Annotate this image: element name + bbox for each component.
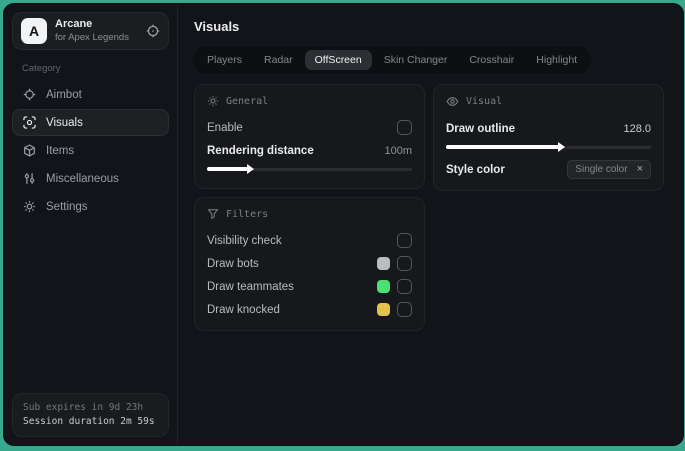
tab-highlight[interactable]: Highlight — [526, 50, 587, 70]
sun-icon — [207, 95, 219, 107]
draw-knocked-color-swatch[interactable] — [377, 303, 390, 316]
cube-icon — [23, 144, 36, 157]
draw-bots-row: Draw bots — [207, 253, 412, 274]
sidebar-item-label: Visuals — [46, 116, 83, 129]
sidebar-item-label: Settings — [46, 200, 88, 213]
tab-skin-changer[interactable]: Skin Changer — [374, 50, 458, 70]
gear-icon — [23, 200, 36, 213]
right-column: Visual Draw outline 128.0 Style color Si… — [433, 84, 664, 191]
enable-checkbox[interactable] — [397, 120, 412, 135]
draw-teammates-checkbox[interactable] — [397, 279, 412, 294]
sidebar-item-miscellaneous[interactable]: Miscellaneous — [12, 165, 169, 192]
sliders-icon — [23, 172, 36, 185]
sidebar-item-settings[interactable]: Settings — [12, 193, 169, 220]
rendering-distance-row: Rendering distance 100m — [207, 140, 412, 161]
style-color-row: Style color Single color × — [446, 159, 651, 180]
draw-knocked-checkbox[interactable] — [397, 302, 412, 317]
visual-panel: Visual Draw outline 128.0 Style color Si… — [433, 84, 664, 191]
sidebar-nav: Aimbot Visuals Items Miscellaneous Setti… — [12, 81, 169, 220]
style-color-label: Style color — [446, 163, 505, 176]
session-duration-text: Session duration 2m 59s — [23, 415, 155, 427]
visibility-check-label: Visibility check — [207, 234, 282, 247]
tab-bar: Players Radar OffScreen Skin Changer Cro… — [194, 47, 591, 73]
panels-area: General Enable Rendering distance 100m F… — [194, 84, 667, 331]
slider-track — [207, 164, 412, 174]
brand-text: Arcane for Apex Legends — [55, 18, 129, 44]
sidebar: A Arcane for Apex Legends Category Aimbo… — [4, 4, 178, 445]
slider-track — [446, 142, 651, 152]
app-window: A Arcane for Apex Legends Category Aimbo… — [4, 4, 683, 445]
category-label: Category — [22, 63, 61, 74]
tab-radar[interactable]: Radar — [254, 50, 303, 70]
draw-outline-row: Draw outline 128.0 — [446, 118, 651, 139]
general-panel-title: General — [226, 95, 269, 107]
app-subtitle: for Apex Legends — [55, 31, 129, 43]
sidebar-item-aimbot[interactable]: Aimbot — [12, 81, 169, 108]
tab-crosshair[interactable]: Crosshair — [459, 50, 524, 70]
sidebar-item-items[interactable]: Items — [12, 137, 169, 164]
visibility-check-row: Visibility check — [207, 230, 412, 251]
rendering-distance-slider[interactable] — [207, 164, 412, 174]
enable-row: Enable — [207, 117, 412, 138]
tab-offscreen[interactable]: OffScreen — [304, 50, 372, 70]
rendering-distance-label: Rendering distance — [207, 144, 314, 157]
draw-knocked-label: Draw knocked — [207, 303, 280, 316]
slider-fill — [207, 164, 254, 174]
style-color-select[interactable]: Single color × — [567, 160, 651, 179]
draw-knocked-row: Draw knocked — [207, 299, 412, 320]
filters-panel: Filters Visibility check Draw bots Draw … — [194, 197, 425, 331]
draw-teammates-row: Draw teammates — [207, 276, 412, 297]
filters-panel-header: Filters — [207, 208, 412, 220]
main-content: Visuals Players Radar OffScreen Skin Cha… — [178, 4, 683, 445]
left-column: General Enable Rendering distance 100m F… — [194, 84, 425, 331]
subscription-info: Sub expires in 9d 23h Session duration 2… — [12, 392, 169, 437]
enable-label: Enable — [207, 121, 243, 134]
draw-bots-color-swatch[interactable] — [377, 257, 390, 270]
funnel-icon — [207, 208, 219, 220]
tab-players[interactable]: Players — [197, 50, 252, 70]
slider-fill — [446, 142, 565, 152]
app-name: Arcane — [55, 18, 93, 31]
visibility-check-checkbox[interactable] — [397, 233, 412, 248]
close-icon[interactable]: × — [637, 164, 643, 175]
eye-scan-icon — [23, 116, 36, 129]
draw-outline-value: 128.0 — [623, 122, 651, 135]
rendering-distance-value: 100m — [384, 144, 412, 157]
eye-icon — [446, 95, 459, 108]
sub-expires-text: Sub expires in 9d 23h — [23, 401, 144, 413]
draw-teammates-label: Draw teammates — [207, 280, 294, 293]
draw-bots-label: Draw bots — [207, 257, 259, 270]
app-brand: A Arcane for Apex Legends — [12, 12, 169, 50]
visual-panel-header: Visual — [446, 95, 651, 108]
target-icon[interactable] — [146, 24, 160, 38]
page-title: Visuals — [194, 19, 240, 34]
filters-panel-title: Filters — [226, 208, 269, 220]
desktop-background: A Arcane for Apex Legends Category Aimbo… — [0, 0, 685, 451]
crosshair-icon — [23, 88, 36, 101]
general-panel-header: General — [207, 95, 412, 107]
draw-bots-checkbox[interactable] — [397, 256, 412, 271]
draw-outline-label: Draw outline — [446, 122, 516, 135]
sidebar-item-label: Items — [46, 144, 75, 157]
draw-teammates-color-swatch[interactable] — [377, 280, 390, 293]
sidebar-item-label: Miscellaneous — [46, 172, 119, 185]
general-panel: General Enable Rendering distance 100m — [194, 84, 425, 189]
app-logo: A — [21, 18, 47, 44]
sidebar-item-visuals[interactable]: Visuals — [12, 109, 169, 136]
sidebar-item-label: Aimbot — [46, 88, 82, 101]
draw-outline-slider[interactable] — [446, 142, 651, 152]
visual-panel-title: Visual — [466, 96, 503, 107]
style-color-selected-value: Single color — [575, 164, 628, 175]
